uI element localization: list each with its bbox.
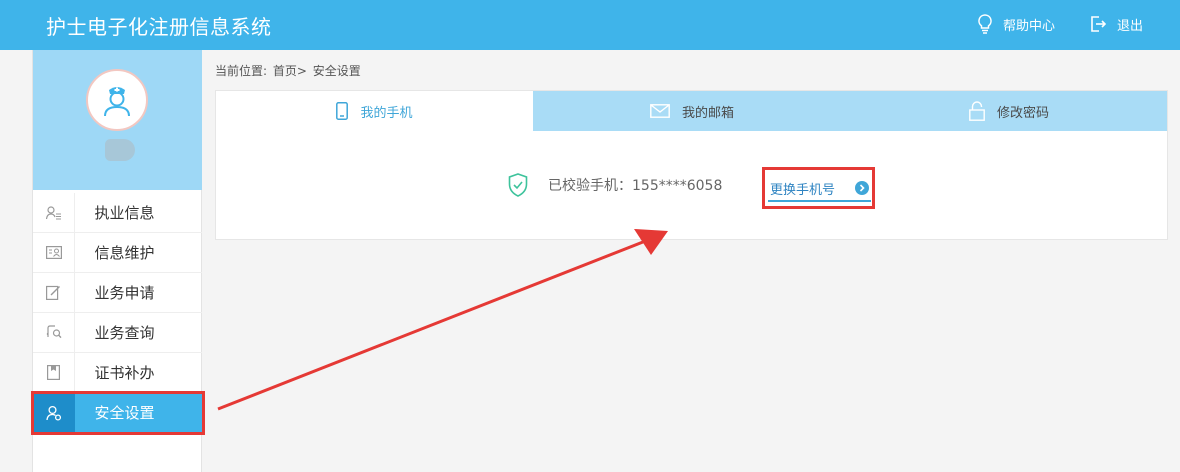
breadcrumb-current: 安全设置 <box>312 64 361 78</box>
highlight-change-phone-button <box>762 167 875 209</box>
certificate-icon <box>33 352 75 393</box>
logout-link[interactable]: 退出 <box>1089 13 1143 35</box>
tab-change-password[interactable]: 修改密码 <box>851 91 1167 131</box>
sidebar-item-certificate-reissue[interactable]: 证书补办 <box>33 352 202 393</box>
sidebar-item-practice-info[interactable]: 执业信息 <box>33 192 202 233</box>
verified-phone-text: 已校验手机：155****6058 <box>548 178 723 194</box>
sidebar-item-info-maintenance[interactable]: 信息维护 <box>33 232 202 273</box>
breadcrumb-home-link[interactable]: 首页> <box>273 64 307 78</box>
help-center-label: 帮助中心 <box>1003 18 1056 34</box>
nurse-avatar-icon <box>104 87 130 117</box>
sidebar-item-label: 信息维护 <box>94 244 155 262</box>
envelope-icon <box>650 104 670 118</box>
security-panel: 我的手机 我的邮箱 修改密码 已校验手机：155****6058 更换手机号 <box>215 90 1168 240</box>
sidebar-item-business-apply[interactable]: 业务申请 <box>33 272 202 313</box>
profile-card <box>33 50 202 190</box>
username-placeholder <box>105 139 135 161</box>
edit-form-icon <box>33 272 75 313</box>
user-list-icon <box>33 192 75 233</box>
mobile-phone-icon <box>336 102 349 120</box>
breadcrumb: 当前位置: 首页> 安全设置 <box>215 62 363 79</box>
tab-my-phone[interactable]: 我的手机 <box>216 91 533 131</box>
logout-icon <box>1091 16 1107 32</box>
security-tabs: 我的手机 我的邮箱 修改密码 <box>216 91 1167 131</box>
help-center-link[interactable]: 帮助中心 <box>977 13 1055 35</box>
sidebar-item-label: 业务查询 <box>94 324 155 342</box>
highlight-security-menu <box>31 391 205 435</box>
tab-label: 我的手机 <box>360 105 413 121</box>
sidebar-item-label: 业务申请 <box>94 284 155 302</box>
breadcrumb-prefix: 当前位置: <box>215 64 268 78</box>
search-person-icon <box>33 312 75 353</box>
sidebar-item-label: 证书补办 <box>94 364 155 382</box>
tab-my-email[interactable]: 我的邮箱 <box>533 91 851 131</box>
id-card-icon <box>33 232 75 273</box>
verified-phone-row: 已校验手机：155****6058 <box>508 173 722 197</box>
app-title: 护士电子化注册信息系统 <box>46 15 272 39</box>
lock-icon <box>969 101 985 121</box>
logout-label: 退出 <box>1117 18 1144 34</box>
tab-label: 我的邮箱 <box>681 105 734 121</box>
sidebar-item-business-query[interactable]: 业务查询 <box>33 312 202 353</box>
top-header: 护士电子化注册信息系统 帮助中心 退出 <box>0 0 1180 50</box>
shield-check-icon <box>508 173 528 197</box>
tab-label: 修改密码 <box>996 105 1049 121</box>
avatar <box>86 69 148 131</box>
sidebar-item-label: 执业信息 <box>94 204 155 222</box>
lightbulb-icon <box>978 14 992 34</box>
